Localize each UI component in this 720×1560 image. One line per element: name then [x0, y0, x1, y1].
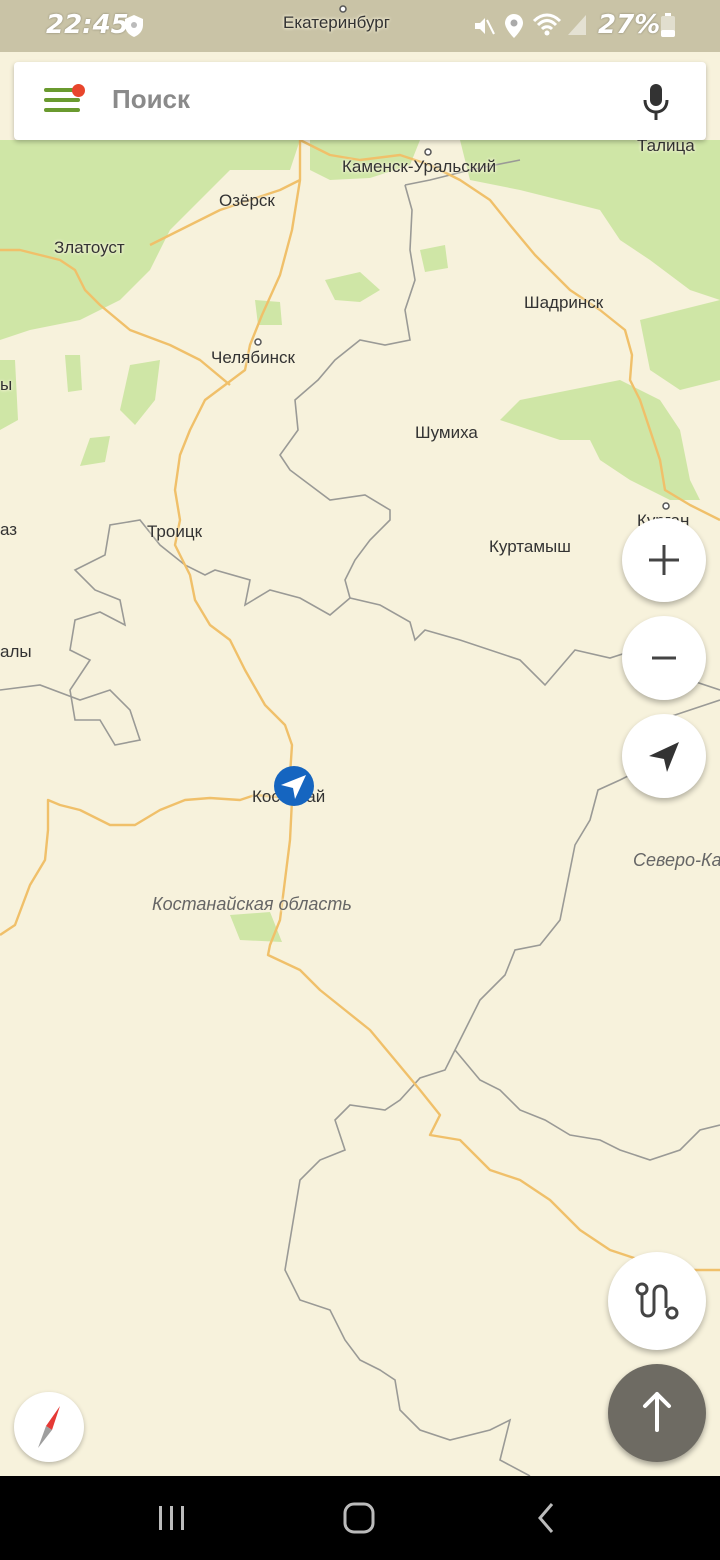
my-location-button[interactable]: [622, 714, 706, 798]
city-label-ozersk: Озёрск: [219, 191, 275, 210]
region-label-kostanay-oblast: Костанайская область: [152, 894, 352, 914]
zoom-in-button[interactable]: [622, 518, 706, 602]
search-input[interactable]: Поиск: [112, 84, 190, 115]
routes-button[interactable]: [608, 1252, 706, 1350]
shield-icon: [124, 14, 144, 42]
route-icon: [635, 1282, 679, 1320]
microphone-button[interactable]: [640, 82, 672, 122]
navigate-button[interactable]: [608, 1364, 706, 1462]
city-label-shumikha: Шумиха: [415, 423, 478, 442]
city-label-edge-1: ы: [0, 375, 13, 394]
city-label-chelyabinsk: Челябинск: [211, 348, 295, 367]
current-location-marker: [273, 765, 315, 807]
system-navigation-bar: [0, 1476, 720, 1560]
city-label-edge-3: алы: [0, 642, 32, 661]
microphone-icon: [643, 84, 669, 120]
city-label-kamensk: Каменск-Уральский: [342, 157, 497, 176]
menu-button[interactable]: [44, 84, 85, 116]
signal-icon: [566, 13, 588, 41]
city-label-troitsk: Троицк: [147, 522, 203, 541]
compass-button[interactable]: [14, 1392, 84, 1462]
home-button[interactable]: [329, 1494, 389, 1542]
battery-icon: [660, 12, 676, 42]
minus-icon: [652, 656, 676, 660]
zoom-out-button[interactable]: [622, 616, 706, 700]
mute-icon: [472, 14, 496, 42]
status-bar: 22:45 27%: [0, 0, 720, 52]
search-bar[interactable]: Поиск: [14, 62, 706, 140]
location-pin-icon: [504, 13, 524, 43]
city-label-kurtamysh: Куртамыш: [489, 537, 571, 556]
plus-icon: [649, 545, 679, 575]
region-label-north-kazakhstan: Северо-Ка: [633, 850, 720, 870]
back-button[interactable]: [516, 1494, 576, 1542]
notification-dot: [72, 84, 85, 97]
back-icon: [538, 1503, 554, 1533]
status-battery-percent: 27%: [598, 10, 661, 40]
city-label-zlatoust: Златоуст: [54, 238, 125, 257]
status-time: 22:45: [46, 10, 129, 40]
compass-icon: [38, 1406, 60, 1448]
arrow-up-icon: [643, 1392, 671, 1432]
city-label-shadrinsk: Шадринск: [524, 293, 604, 312]
home-icon: [343, 1502, 375, 1534]
recent-apps-button[interactable]: [142, 1494, 202, 1542]
navigation-arrow-icon: [649, 742, 679, 772]
wifi-icon: [532, 13, 562, 41]
city-label-edge-2: аз: [0, 520, 18, 539]
recent-apps-icon: [159, 1506, 184, 1530]
